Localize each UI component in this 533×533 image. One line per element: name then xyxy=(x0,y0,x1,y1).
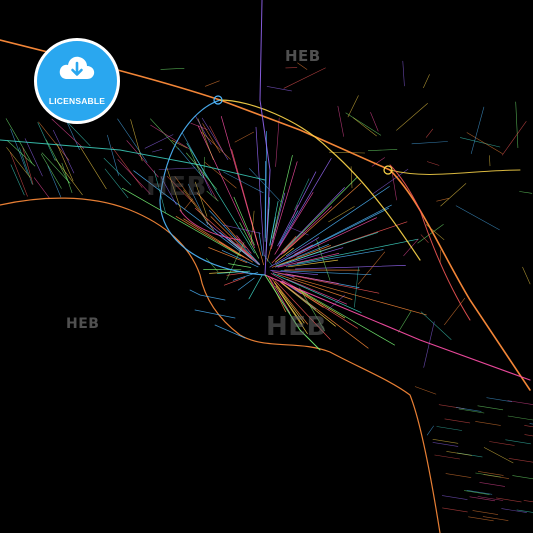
licensable-badge[interactable]: LICENSABLE xyxy=(34,38,120,124)
badge-label: LICENSABLE xyxy=(48,96,106,106)
watermark-text: HEB xyxy=(146,172,207,202)
watermark-text: HEB xyxy=(285,47,321,65)
watermark-text: HEB xyxy=(66,316,100,332)
cloud-download-icon xyxy=(59,56,95,79)
watermark-text: HEB xyxy=(266,312,327,342)
